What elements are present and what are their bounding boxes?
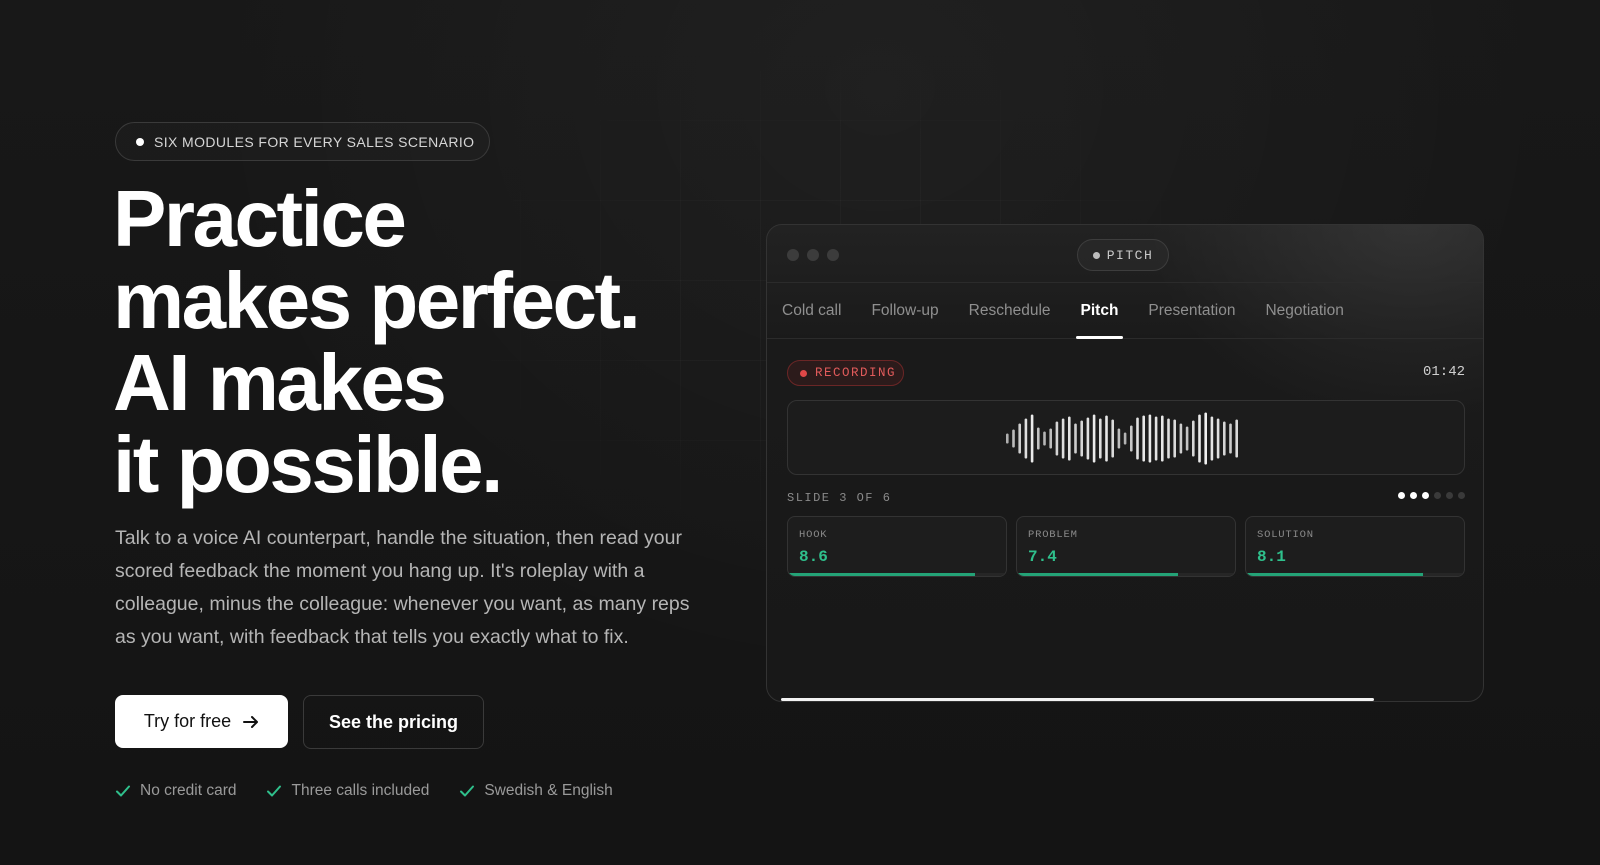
hero-headline: Practice makes perfect. AI makes it poss… [113,178,753,506]
feature-label: No credit card [140,782,237,799]
try-for-free-label: Try for free [143,711,232,731]
waveform-icon [1006,412,1238,465]
score-bar [1246,573,1464,576]
recording-badge: RECORDING [787,360,904,386]
tab-presentation[interactable]: Presentation [1148,283,1235,339]
hero-subtext: Talk to a voice AI counterpart, handle t… [115,527,690,648]
window-titlebar: PITCH [767,225,1483,283]
module-chip-label: PITCH [1106,247,1154,263]
feature-item: Three calls included [266,782,429,800]
window-controls [787,249,839,261]
call-timer: 01:42 [1422,364,1465,380]
score-card-problem: PROBLEM 7.4 [1016,516,1236,577]
feature-list: No credit card Three calls included Swed… [115,782,613,800]
feature-item: Swedish & English [459,782,613,800]
slide-dot-icon [1422,492,1429,499]
headline-line-3: AI makes [113,338,447,427]
check-icon [267,785,282,797]
tab-reschedule[interactable]: Reschedule [969,283,1051,339]
headline-line-1: Practice [113,174,407,263]
session-progress-fill [781,698,1375,701]
recording-row: RECORDING 01:42 [787,360,1465,388]
score-value: 8.1 [1257,548,1286,566]
waveform-panel [787,400,1465,475]
slide-dot-icon [1398,492,1405,499]
score-label: HOOK [799,529,828,541]
modules-badge: SIX MODULES FOR EVERY SALES SCENARIO [115,122,490,161]
feature-label: Swedish & English [484,782,613,799]
score-bar [788,573,1006,576]
try-for-free-button[interactable]: Try for free [115,695,288,748]
score-value: 8.6 [799,548,828,566]
slide-row: SLIDE 3 OF 6 [787,488,1465,506]
slide-counter: SLIDE 3 OF 6 [787,491,892,505]
chip-dot-icon [1092,251,1100,259]
badge-dot-icon [136,137,144,146]
score-card-hook: HOOK 8.6 [787,516,1007,577]
check-icon [116,785,130,797]
score-label: PROBLEM [1028,529,1078,541]
module-tabs: Cold call Follow-up Reschedule Pitch Pre… [767,283,1483,339]
tab-cold-call[interactable]: Cold call [782,283,841,339]
tab-pitch[interactable]: Pitch [1075,283,1124,339]
tab-follow-up[interactable]: Follow-up [871,283,938,339]
score-bar-fill [1017,573,1179,576]
recording-dot-icon [800,369,807,377]
window-dot-icon [807,249,819,261]
see-pricing-button[interactable]: See the pricing [303,695,484,749]
headline-line-2: makes perfect. [113,256,641,345]
slide-dot-icon [1446,492,1453,499]
session-progress-bar [781,698,1471,701]
window-dot-icon [787,249,799,261]
check-icon [460,785,475,797]
score-value: 7.4 [1028,548,1057,566]
module-chip: PITCH [1077,239,1169,271]
slide-dots [1398,492,1465,499]
slide-dot-icon [1410,492,1417,499]
feature-label: Three calls included [291,782,430,799]
slide-dot-icon [1458,492,1465,499]
app-mockup-window: PITCH Cold call Follow-up Reschedule Pit… [766,224,1484,702]
badge-label: SIX MODULES FOR EVERY SALES SCENARIO [154,133,475,150]
headline-line-4: it possible. [113,420,503,509]
score-label: SOLUTION [1257,529,1314,541]
recording-label: RECORDING [815,366,897,380]
score-bar-fill [788,573,976,576]
tab-negotiation[interactable]: Negotiation [1265,283,1343,339]
see-pricing-label: See the pricing [328,711,459,732]
score-bar [1017,573,1235,576]
score-card-solution: SOLUTION 8.1 [1245,516,1465,577]
slide-dot-icon [1434,492,1441,499]
arrow-right-icon [243,715,259,728]
score-bar-fill [1246,573,1423,576]
window-dot-icon [827,249,839,261]
score-cards: HOOK 8.6 PROBLEM 7.4 SOLUTION 8.1 [787,516,1465,577]
feature-item: No credit card [115,782,236,800]
